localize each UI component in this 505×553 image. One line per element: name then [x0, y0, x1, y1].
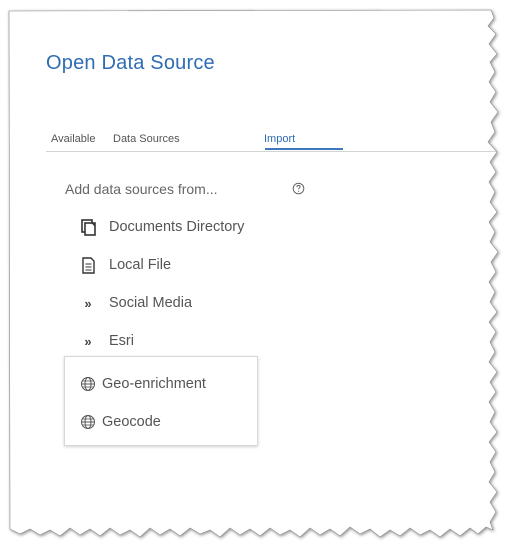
globe-icon [80, 376, 96, 392]
active-tab-indicator [265, 148, 343, 150]
tab-divider [46, 151, 496, 152]
import-item-local-file[interactable]: Local File [79, 253, 171, 277]
tab-data-sources[interactable]: Data Sources [113, 132, 180, 151]
double-chevron-right-icon: » [84, 333, 92, 349]
import-item-esri[interactable]: » Esri [79, 329, 134, 353]
add-data-sources-label: Add data sources from... [65, 181, 218, 197]
submenu-item-label: Geocode [102, 414, 161, 430]
globe-icon [80, 414, 96, 430]
documents-icon [79, 218, 97, 236]
esri-submenu: Geo-enrichment Geocode [64, 356, 258, 446]
import-item-social-media[interactable]: » Social Media [79, 291, 192, 315]
open-data-source-dialog: Open Data Source Available Data Sources … [0, 0, 505, 553]
import-item-label: Esri [109, 333, 134, 349]
submenu-item-geocode[interactable]: Geocode [80, 411, 161, 433]
double-chevron-right-icon: » [84, 295, 92, 311]
import-item-label: Documents Directory [109, 219, 245, 235]
import-item-documents-directory[interactable]: Documents Directory [79, 215, 244, 239]
submenu-item-label: Geo-enrichment [102, 376, 206, 392]
tab-available[interactable]: Available [51, 132, 95, 151]
submenu-item-geo-enrichment[interactable]: Geo-enrichment [80, 373, 206, 395]
import-item-label: Social Media [109, 295, 193, 311]
import-item-label: Local File [109, 257, 172, 273]
help-circle-icon[interactable] [292, 182, 305, 195]
dialog-title: Open Data Source [46, 52, 215, 74]
file-icon [79, 256, 97, 274]
